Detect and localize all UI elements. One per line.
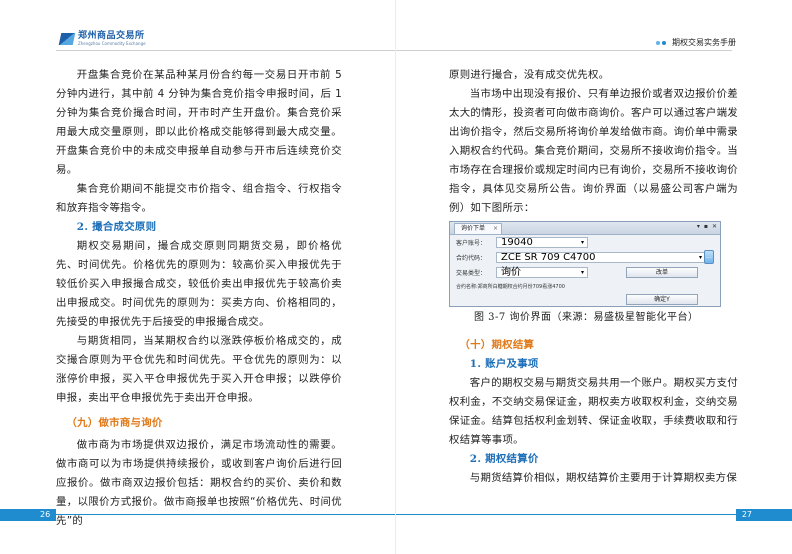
paragraph: 与期货相同，当某期权合约以涨跌停板价格成交的，成交撮合原则为平仓优先和时间优先。… — [56, 335, 342, 404]
section-heading: 1. 账户及事项 — [469, 358, 539, 370]
chevron-down-icon: ▾ — [698, 254, 702, 261]
logo-name-cn: 郑州商品交易所 — [78, 31, 145, 41]
header-dots-icon — [656, 40, 668, 45]
paragraph: 期权交易期间，撮合成交原则同期货交易，即价格优先、时间优先。价格优先的原则为：较… — [56, 240, 342, 328]
right-body-text-top: 原则进行撮合，没有成交优先权。 当市场中出现没有报价、只有单边报价或者双边报价价… — [449, 66, 738, 218]
modify-order-button[interactable]: 改单 — [626, 267, 698, 278]
footer-rule — [396, 514, 736, 515]
right-page: 期权交易实务手册 原则进行撮合，没有成交优先权。 当市场中出现没有报价、只有单边… — [396, 0, 792, 554]
logo-name-en: Zhengzhou Commodity Exchange — [78, 41, 146, 46]
paragraph: 当市场中出现没有报价、只有单边报价或者双边报价价差太大的情形，投资者可向做市商询… — [449, 88, 738, 214]
contract-picker-button[interactable]: … — [704, 250, 714, 264]
dot-icon — [662, 40, 666, 45]
contract-row: 合约代码： ZCE SR 709 C4700 ▾ — [456, 252, 706, 263]
running-header: 期权交易实务手册 — [656, 37, 736, 48]
account-row: 客户账号： 19040 ▾ — [456, 237, 588, 248]
contract-label: 合约代码： — [456, 255, 487, 262]
trade-type-label: 交易类型： — [456, 270, 487, 277]
close-icon[interactable]: × — [493, 224, 498, 234]
header-rule — [396, 50, 732, 51]
window-controls: ▾ ▪ ✕ — [697, 223, 717, 230]
inquiry-tab[interactable]: 询价下单 × — [454, 223, 503, 234]
paragraph: 原则进行撮合，没有成交优先权。 — [449, 69, 610, 81]
chevron-down-icon: ▾ — [580, 239, 584, 246]
paragraph: 开盘集合竞价在某品种某月份合约每一交易日开市前 5 分钟内进行，其中前 4 分钟… — [56, 69, 342, 176]
contract-name-info: 合约名称:郑商所白糖期权合约月份709看涨4700 — [456, 284, 565, 290]
dot-icon — [656, 40, 660, 45]
paragraph: 做市商为市场提供双边报价，满足市场流动性的需要。做市商可以为市场提供持续报价，或… — [56, 439, 342, 527]
restore-icon[interactable]: ▪ — [704, 223, 708, 230]
inquiry-tab-label: 询价下单 — [461, 225, 486, 232]
section-heading: 2. 撮合成交原则 — [76, 221, 157, 233]
trade-type-select[interactable]: 询价 ▾ — [496, 267, 588, 278]
account-select[interactable]: 19040 ▾ — [496, 237, 588, 248]
inquiry-ui-figure: 询价下单 × ▾ ▪ ✕ 客户账号： 19040 ▾ 合约代码： ZCE SR … — [449, 221, 721, 307]
chapter-heading: （十）期权结算 — [459, 339, 535, 351]
chevron-down-icon: ▾ — [580, 269, 584, 276]
left-body-text: 开盘集合竞价在某品种某月份合约每一交易日开市前 5 分钟内进行，其中前 4 分钟… — [56, 66, 342, 531]
chapter-heading: （九）做市商与询价 — [66, 417, 163, 429]
footer-rule — [56, 514, 396, 515]
paragraph: 客户的期权交易与期货交易共用一个账户。期权买方支付权利金，不交纳交易保证金，期权… — [449, 377, 738, 446]
contract-code-input[interactable]: ZCE SR 709 C4700 ▾ — [496, 252, 706, 263]
page-number: 26 — [40, 510, 51, 519]
exchange-logo-icon — [58, 33, 76, 45]
section-heading: 2. 期权结算价 — [469, 453, 539, 465]
page-number: 27 — [741, 510, 752, 519]
menu-icon[interactable]: ▾ — [697, 223, 700, 230]
ellipsis-icon: … — [706, 253, 712, 260]
figure-caption: 图 3-7 询价界面（来源：易盛极星智能化平台） — [474, 312, 699, 323]
close-window-icon[interactable]: ✕ — [712, 223, 717, 230]
exchange-logo: 郑州商品交易所 Zhengzhou Commodity Exchange — [58, 31, 146, 46]
right-body-text-bottom: （十）期权结算 1. 账户及事项 客户的期权交易与期货交易共用一个账户。期权买方… — [449, 336, 738, 488]
trade-type-row: 交易类型： 询价 ▾ — [456, 267, 588, 278]
account-label: 客户账号： — [456, 240, 487, 247]
paragraph: 集合竞价期间不能提交市价指令、组合指令、行权指令和放弃指令等指令。 — [56, 183, 342, 214]
left-page: 郑州商品交易所 Zhengzhou Commodity Exchange 开盘集… — [0, 0, 396, 554]
figure-tab-strip: 询价下单 × ▾ ▪ ✕ — [450, 222, 720, 235]
confirm-button[interactable]: 确定Y — [626, 294, 698, 305]
header-rule — [56, 50, 396, 51]
paragraph: 与期货结算价相似，期权结算价主要用于计算期权卖方保 — [469, 472, 738, 484]
book-title: 期权交易实务手册 — [672, 38, 736, 47]
